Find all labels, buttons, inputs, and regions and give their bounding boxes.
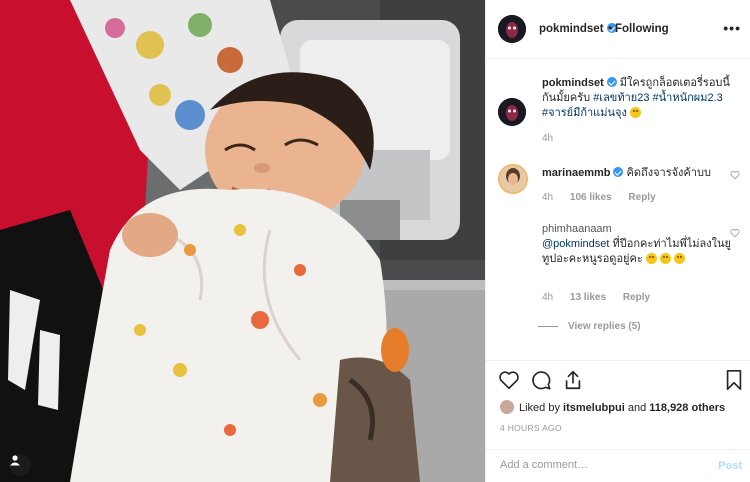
post-side-panel: pokmindset • Following ••• pokmindset มี… <box>485 0 750 482</box>
comment-time[interactable]: 4h <box>542 192 553 203</box>
post-actions: Liked by itsmelubpui and 118,928 others … <box>486 360 750 482</box>
view-replies-line <box>538 325 558 327</box>
following-button[interactable]: Following <box>615 23 669 35</box>
hashtag[interactable]: #จารย์มีก้าแม่นจุง <box>542 107 627 119</box>
author-avatar[interactable] <box>498 15 526 43</box>
post-timestamp[interactable]: 4 HOURS AGO <box>500 423 562 433</box>
view-replies-button[interactable]: View replies (5) <box>538 321 641 332</box>
verified-icon <box>613 167 624 177</box>
commenter-username[interactable]: phimhaanaam <box>542 223 612 235</box>
sad-emoji-icon <box>645 253 657 264</box>
heart-icon[interactable] <box>498 369 520 391</box>
caption-username[interactable]: pokmindset <box>542 77 604 89</box>
liked-by-user[interactable]: itsmelubpui <box>563 402 625 414</box>
caption-body: pokmindset มีใครถูกล็อตเตอรี่รอบนี้กันมั… <box>542 76 737 121</box>
caption-meta: 4h <box>542 133 567 144</box>
sad-emoji-icon <box>659 253 671 264</box>
view-replies-label[interactable]: View replies (5) <box>568 321 641 332</box>
author-username-text[interactable]: pokmindset <box>539 23 604 35</box>
baby-photo-image <box>0 0 485 482</box>
hashtag[interactable]: #เลขท้าย23 <box>593 92 649 104</box>
comment-likes[interactable]: 106 likes <box>570 192 612 203</box>
author-username[interactable]: pokmindset <box>539 23 617 35</box>
comment-body: phimhaanaam @pokmindset ที่ปีอกคะท่าไมพี… <box>542 222 737 267</box>
caption-avatar[interactable] <box>498 98 526 126</box>
comment-icon[interactable] <box>530 369 552 391</box>
user-tag-icon[interactable] <box>9 454 31 476</box>
comment-time[interactable]: 4h <box>542 292 553 303</box>
liker-avatar[interactable] <box>500 400 514 414</box>
more-icon[interactable]: ••• <box>723 20 741 36</box>
rolling-laughing-emoji-icon <box>629 107 641 118</box>
header-separator: • <box>608 21 613 35</box>
post-photo[interactable] <box>0 0 485 482</box>
reply-button[interactable]: Reply <box>623 292 650 303</box>
mention-link[interactable]: @pokmindset <box>542 238 609 250</box>
liked-by-prefix: Liked by <box>519 402 560 414</box>
comment-composer: Post <box>486 449 750 482</box>
likes-summary[interactable]: Liked by itsmelubpui and 118,928 others <box>500 400 725 414</box>
sad-emoji-icon <box>673 253 685 264</box>
comment-likes[interactable]: 13 likes <box>570 292 606 303</box>
comment-like-heart-icon[interactable] <box>730 228 740 238</box>
reply-button[interactable]: Reply <box>628 192 655 203</box>
like-count[interactable]: 118,928 others <box>649 402 725 414</box>
caption-time[interactable]: 4h <box>542 133 553 144</box>
comment-text: คิดถึงจารจังค้าบบ <box>626 167 711 179</box>
bookmark-icon[interactable] <box>724 369 744 391</box>
liked-by-and: and <box>627 402 647 414</box>
comments-list[interactable]: pokmindset มีใครถูกล็อตเตอรี่รอบนี้กันมั… <box>486 60 750 360</box>
commenter-avatar[interactable] <box>498 164 528 194</box>
comment-meta: 4h 13 likes Reply <box>542 292 664 303</box>
commenter-username[interactable]: marinaemmb <box>542 167 610 179</box>
share-icon[interactable] <box>562 369 584 391</box>
add-comment-input[interactable] <box>500 459 700 471</box>
comment-like-heart-icon[interactable] <box>730 170 740 180</box>
comment-body: marinaemmb คิดถึงจารจังค้าบบ <box>542 166 737 181</box>
verified-icon <box>606 77 617 87</box>
post-header: pokmindset • Following ••• <box>486 0 750 59</box>
comment-meta: 4h 106 likes Reply <box>542 192 670 203</box>
hashtag[interactable]: #น้ำหนักผม2.3 <box>653 92 723 104</box>
post-comment-button[interactable]: Post <box>718 460 742 472</box>
